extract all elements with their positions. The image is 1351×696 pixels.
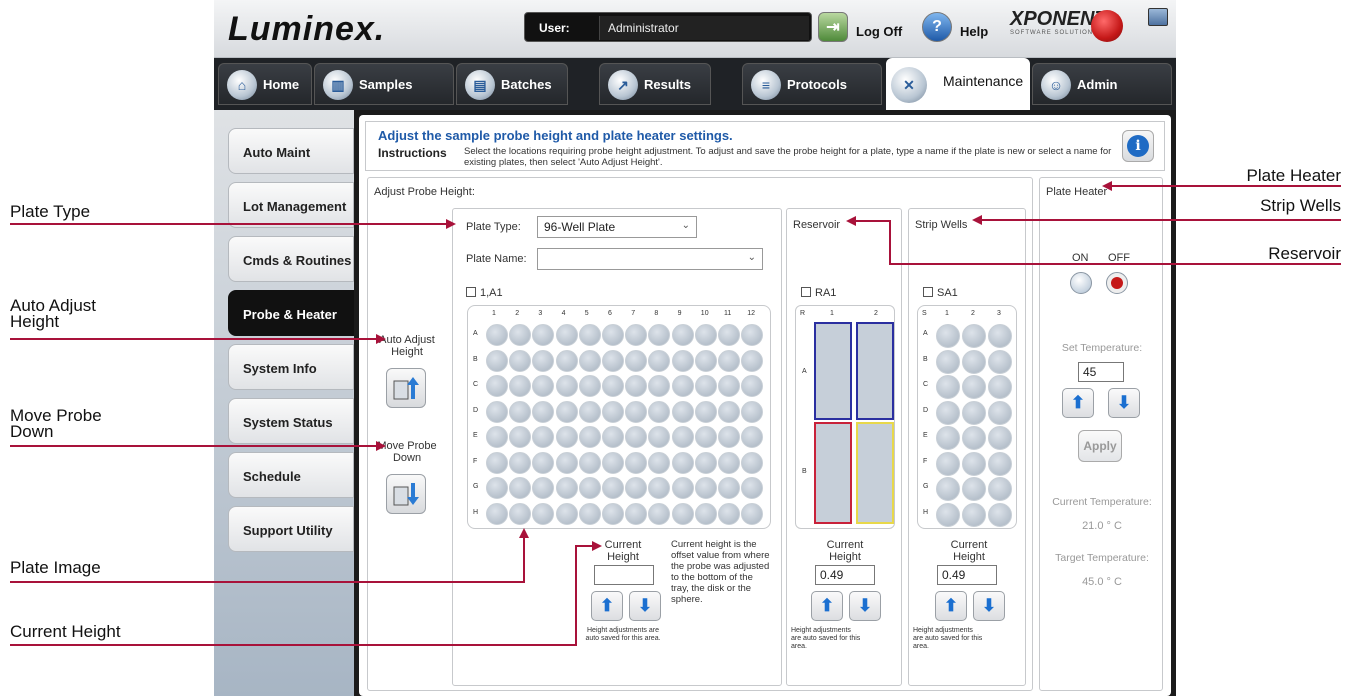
arrow-plate-image [10, 528, 529, 583]
arrow-reservoir [846, 216, 1341, 265]
arrow-current-height [10, 541, 602, 646]
annotation-arrows [10, 181, 1341, 646]
